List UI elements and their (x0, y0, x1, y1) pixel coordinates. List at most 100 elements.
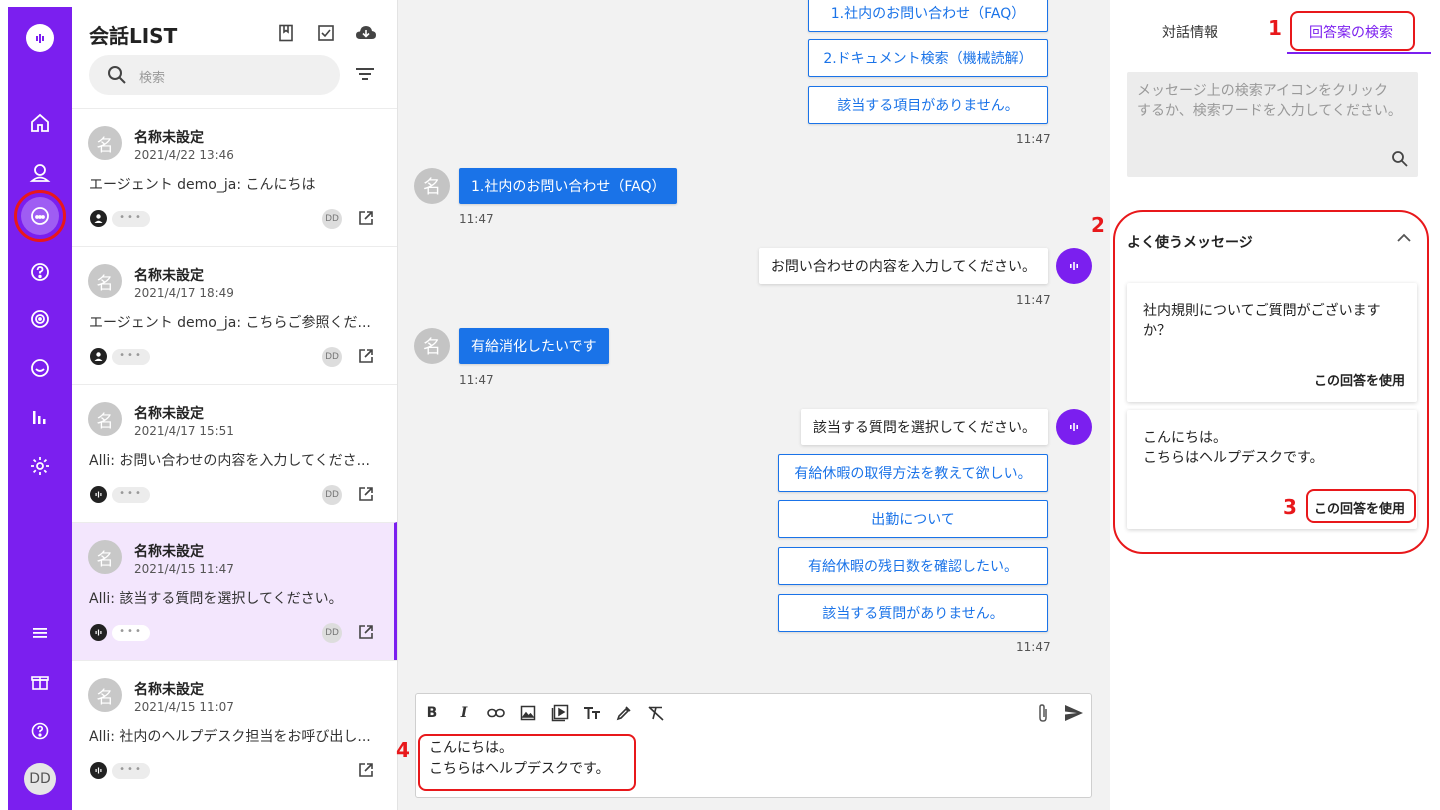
tab-answer-search[interactable]: 回答案の検索 (1309, 22, 1393, 42)
home-icon[interactable] (28, 111, 52, 135)
target-icon[interactable] (28, 307, 52, 331)
conversation-date: 2021/4/15 11:07 (134, 700, 234, 714)
conversation-name: 名称未設定 (134, 406, 204, 422)
option-button[interactable]: 1.社内のお問い合わせ（FAQ） (808, 0, 1048, 32)
help-faq-icon[interactable] (28, 260, 52, 284)
active-tab-underline (1287, 52, 1431, 54)
color-picker-icon[interactable] (613, 702, 635, 724)
image-icon[interactable] (517, 702, 539, 724)
frequent-message-text: 社内規則についてご質問がございますか？ (1143, 303, 1381, 339)
agent-avatar: DD (322, 485, 342, 505)
conversation-name: 名称未設定 (134, 682, 204, 698)
conversation-date: 2021/4/17 18:49 (134, 286, 234, 300)
frequent-messages-title: よく使うメッセージ (1127, 235, 1253, 251)
answer-search-input[interactable]: メッセージ上の検索アイコンをクリックするか、検索ワードを入力してください。 (1127, 72, 1418, 177)
bookmark-icon[interactable] (275, 22, 297, 44)
conversation-preview: Alli: 社内のヘルプデスク担当をお呼び出し... (89, 729, 371, 745)
open-external-icon[interactable] (358, 762, 374, 778)
open-external-icon[interactable] (358, 624, 374, 640)
customer-message: 有給消化したいです (459, 328, 609, 364)
bold-icon[interactable]: B (421, 702, 443, 724)
search-icon[interactable] (1391, 150, 1409, 168)
conversation-date: 2021/4/15 11:47 (134, 562, 234, 576)
open-external-icon[interactable] (358, 348, 374, 364)
bot-icon (90, 762, 107, 779)
option-button[interactable]: 該当する項目がありません。 (808, 86, 1048, 124)
agent-avatar: DD (322, 209, 342, 229)
help-icon[interactable] (28, 719, 52, 743)
bot-message: お問い合わせの内容を入力してください。 (758, 248, 1048, 284)
option-button[interactable]: 該当する質問がありません。 (778, 594, 1048, 632)
annotation-box-use-answer (1306, 489, 1416, 523)
bot-icon (90, 486, 107, 503)
app-logo-icon[interactable] (26, 24, 54, 52)
annotation-number: 1 (1268, 16, 1282, 40)
nav-rail: DD (8, 7, 72, 810)
avatar: 名 (88, 678, 122, 712)
more-dots-icon[interactable]: ••• (112, 763, 150, 779)
agent-avatar: DD (322, 347, 342, 367)
person-icon (90, 210, 107, 227)
bot-icon (90, 624, 107, 641)
menu-icon[interactable] (28, 621, 52, 645)
clear-format-icon[interactable] (645, 702, 667, 724)
option-button[interactable]: 出勤について (778, 500, 1048, 538)
message-composer[interactable]: B I こんにちは。 こちらはヘルプデスクです。 (415, 693, 1092, 798)
more-dots-icon[interactable]: ••• (112, 349, 150, 365)
answer-search-placeholder: メッセージ上の検索アイコンをクリックするか、検索ワードを入力してください。 (1137, 83, 1402, 119)
more-dots-icon[interactable]: ••• (112, 487, 150, 503)
link-icon[interactable] (485, 702, 507, 724)
italic-icon[interactable]: I (453, 702, 475, 724)
use-answer-button[interactable]: この回答を使用 (1314, 370, 1405, 389)
open-external-icon[interactable] (358, 210, 374, 226)
more-dots-icon[interactable]: ••• (112, 211, 150, 227)
right-panel: 対話情報 1 回答案の検索 メッセージ上の検索アイコンをクリックするか、検索ワー… (1091, 0, 1440, 810)
conversation-item-selected[interactable]: 名 名称未設定 2021/4/15 11:47 Alli: 該当する質問を選択し… (72, 522, 397, 660)
annotation-number: 3 (1283, 495, 1297, 519)
avatar: 名 (88, 540, 122, 574)
annotation-box-composer (418, 734, 636, 791)
attach-icon[interactable] (1032, 702, 1054, 724)
user-icon[interactable] (28, 161, 52, 185)
checklist-icon[interactable] (315, 22, 337, 44)
conversation-item[interactable]: 名 名称未設定 2021/4/15 11:07 Alli: 社内のヘルプデスク担… (72, 660, 397, 798)
gift-icon[interactable] (28, 670, 52, 694)
bot-avatar-icon (1056, 248, 1092, 284)
conversation-name: 名称未設定 (134, 544, 204, 560)
tab-dialog-info[interactable]: 対話情報 (1162, 22, 1218, 42)
option-button[interactable]: 有給休暇の取得方法を教えて欲しい。 (778, 454, 1048, 492)
filter-icon[interactable] (355, 66, 375, 82)
annotation-number: 2 (1091, 213, 1105, 237)
chat-bubble-icon[interactable] (28, 356, 52, 380)
open-external-icon[interactable] (358, 486, 374, 502)
conversation-name: 名称未設定 (134, 268, 204, 284)
list-title: 会話LIST (89, 24, 178, 48)
message-time: 11:47 (459, 373, 494, 387)
cloud-download-icon[interactable] (355, 22, 377, 44)
avatar: 名 (88, 402, 122, 436)
message-time: 11:47 (459, 212, 494, 226)
search-icon (108, 66, 126, 84)
customer-avatar: 名 (414, 168, 450, 204)
avatar: 名 (88, 264, 122, 298)
frequent-message-card: 社内規則についてご質問がございますか？ この回答を使用 (1127, 283, 1417, 402)
conversation-date: 2021/4/17 15:51 (134, 424, 234, 438)
settings-gear-icon[interactable] (28, 454, 52, 478)
conversation-date: 2021/4/22 13:46 (134, 148, 234, 162)
send-icon[interactable] (1063, 702, 1085, 724)
video-icon[interactable] (549, 702, 571, 724)
conversation-list-panel: 会話LIST 検索 名 名称未設定 2021/4/22 13:46 エージェント… (72, 0, 398, 810)
option-button[interactable]: 2.ドキュメント検索（機械読解） (808, 39, 1048, 77)
conversations-icon[interactable] (28, 204, 52, 228)
text-size-icon[interactable] (581, 702, 603, 724)
analytics-icon[interactable] (28, 405, 52, 429)
conversation-item[interactable]: 名 名称未設定 2021/4/17 15:51 Alli: お問い合わせの内容を… (72, 384, 397, 522)
more-dots-icon[interactable]: ••• (112, 625, 150, 641)
conversation-item[interactable]: 名 名称未設定 2021/4/17 18:49 エージェント demo_ja: … (72, 246, 397, 384)
chevron-up-icon[interactable] (1396, 233, 1412, 243)
option-button[interactable]: 有給休暇の残日数を確認したい。 (778, 547, 1048, 585)
current-user-avatar[interactable]: DD (24, 763, 56, 795)
frequent-message-text: こんにちは。 こちらはヘルプデスクです。 (1143, 430, 1324, 466)
conversation-search-input[interactable]: 検索 (89, 55, 340, 95)
conversation-item[interactable]: 名 名称未設定 2021/4/22 13:46 エージェント demo_ja: … (72, 108, 397, 246)
